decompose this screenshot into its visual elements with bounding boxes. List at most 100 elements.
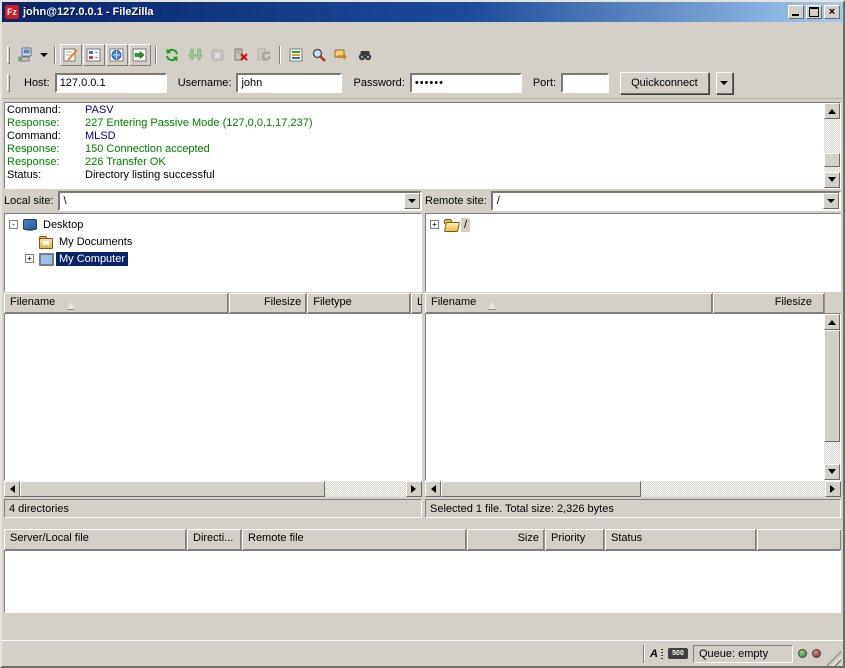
directory-listing-filters-button[interactable] [285,44,307,66]
local-site-bar: Local site: \ [4,190,422,212]
scroll-up-button[interactable] [824,103,840,119]
scroll-right-button[interactable] [406,481,422,497]
maximize-button[interactable] [806,5,822,19]
local-site-combo[interactable]: \ [58,191,422,211]
local-column-lastmodified[interactable]: L [411,293,422,313]
remote-site-combo[interactable]: / [491,191,841,211]
quickconnect-dropdown-button[interactable] [716,72,733,94]
menu-bar [2,22,843,42]
quickbar-grip[interactable] [7,74,10,92]
local-column-filesize[interactable]: Filesize [229,293,307,313]
remote-file-list[interactable] [425,313,841,481]
host-input[interactable] [55,73,167,93]
scroll-down-button[interactable] [824,464,840,480]
queue-column-direction[interactable]: Directi... [187,529,242,550]
local-site-label: Local site: [4,195,54,207]
sort-ascending-icon [67,298,75,309]
site-manager-dropdown-button[interactable] [37,44,50,66]
scroll-left-button[interactable] [425,481,441,497]
local-column-filetype[interactable]: Filetype [307,293,411,313]
refresh-button[interactable] [161,44,183,66]
menu-item[interactable] [38,30,54,34]
log-line: Response: 150 Connection accepted [7,143,822,156]
transfer-queue-list[interactable] [4,550,841,613]
scroll-right-button[interactable] [825,481,841,497]
scroll-up-button[interactable] [824,314,840,330]
tree-item[interactable]: My Documents [5,233,421,250]
log-line: Response: 226 Transfer OK [7,156,822,169]
close-button[interactable]: × [824,5,840,19]
disconnect-button[interactable] [230,44,252,66]
menu-item[interactable] [6,30,22,34]
activity-led-green-icon [798,649,807,658]
toggle-remote-tree-button[interactable] [106,44,128,66]
password-label: Password: [353,77,404,89]
toolbar [2,42,843,68]
queue-column-remote-file[interactable]: Remote file [242,529,467,550]
log-vertical-scrollbar[interactable] [824,103,840,188]
reconnect-button[interactable] [253,44,275,66]
tree-item[interactable]: + / [426,216,840,233]
remote-vertical-scrollbar[interactable] [824,314,840,480]
quickconnect-button[interactable]: Quickconnect [620,72,709,94]
cancel-button[interactable] [207,44,229,66]
local-column-filename[interactable]: Filename [4,293,229,313]
transfer-type-icon[interactable]: A [650,648,663,660]
queue-column-filler [757,529,841,550]
toolbar-separator [279,46,281,64]
toolbar-grip[interactable] [7,46,10,64]
username-input[interactable] [236,73,342,93]
filezilla-window: Fz john@127.0.0.1 - FileZilla × [0,0,845,668]
queue-column-size[interactable]: Size [467,529,545,550]
queue-column-server-local-file[interactable]: Server/Local file [4,529,187,550]
tree-item[interactable]: - Desktop [5,216,421,233]
message-log[interactable]: Command: PASV Response: 227 Entering Pas… [4,102,841,189]
password-input[interactable] [410,73,522,93]
toggle-local-tree-button[interactable] [83,44,105,66]
filezilla-logo-icon: Fz [5,5,19,19]
local-directory-tree[interactable]: - Desktop My Documents + My Computer [4,213,422,292]
toggle-message-log-button[interactable] [60,44,82,66]
remote-site-label: Remote site: [425,195,487,207]
scroll-left-button[interactable] [4,481,20,497]
tree-item-icon [443,218,459,232]
tree-expander[interactable]: + [25,254,34,263]
tree-item-icon [38,235,54,249]
directory-comparison-button[interactable] [308,44,330,66]
window-title: john@127.0.0.1 - FileZilla [23,6,784,18]
remote-column-filesize[interactable]: Filesize [713,293,825,313]
local-file-list[interactable] [4,313,422,481]
remote-horizontal-scrollbar[interactable] [425,481,841,497]
speed-limits-icon[interactable]: 500 [668,648,688,659]
remote-directory-tree[interactable]: + / [425,213,841,292]
queue-column-status[interactable]: Status [605,529,757,550]
menu-item[interactable] [102,30,118,34]
menu-item[interactable] [70,30,86,34]
minimize-button[interactable] [788,5,804,19]
menu-item[interactable] [86,30,102,34]
scroll-down-button[interactable] [824,172,840,188]
tree-expander[interactable]: + [430,220,439,229]
remote-site-dropdown-button[interactable] [823,193,839,209]
local-list-header: Filename Filesize Filetype L [4,293,422,313]
queue-column-priority[interactable]: Priority [545,529,605,550]
site-manager-button[interactable] [14,44,36,66]
process-queue-button[interactable] [184,44,206,66]
find-files-button[interactable] [354,44,376,66]
port-input[interactable] [561,73,609,93]
local-horizontal-scrollbar[interactable] [4,481,422,497]
menu-item[interactable] [22,30,38,34]
host-label: Host: [24,77,50,89]
tree-item[interactable]: + My Computer [5,250,421,267]
resize-grip[interactable] [826,651,841,666]
statusbar-separator [643,645,645,663]
quickconnect-bar: Host: Username: Password: Port: Quickcon… [2,68,843,99]
tree-expander[interactable]: - [9,220,18,229]
local-status-text: 4 directories [9,503,69,515]
menu-item[interactable] [54,30,70,34]
title-bar[interactable]: Fz john@127.0.0.1 - FileZilla × [2,2,843,22]
remote-column-filename[interactable]: Filename [425,293,713,313]
local-site-dropdown-button[interactable] [404,193,420,209]
synchronized-browsing-button[interactable] [331,44,353,66]
toggle-transfer-queue-button[interactable] [129,44,151,66]
